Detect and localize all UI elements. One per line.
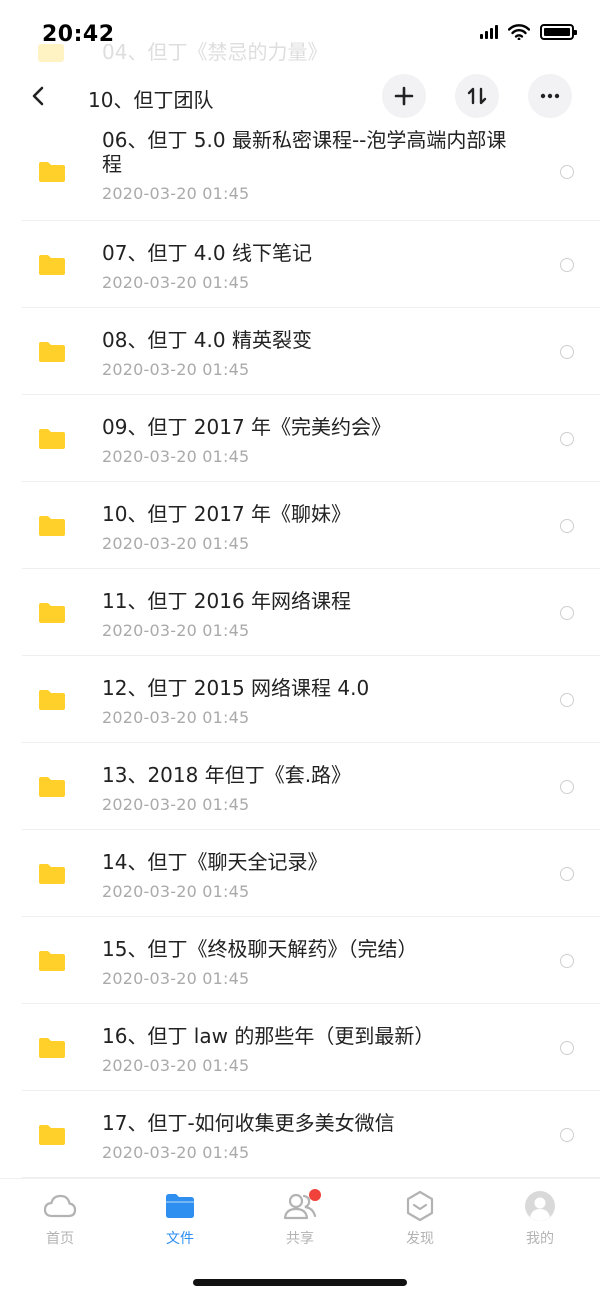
- file-name: 10、但丁 2017 年《聊妹》: [102, 502, 352, 526]
- folder-icon: [39, 863, 65, 884]
- folder-icon: [39, 515, 65, 536]
- file-date: 2020-03-20 01:45: [102, 534, 250, 553]
- select-radio[interactable]: [560, 344, 574, 359]
- home-indicator[interactable]: [193, 1279, 407, 1286]
- sort-button[interactable]: [455, 74, 499, 118]
- file-date: 2020-03-20 01:45: [102, 882, 250, 901]
- tab-label: 首页: [46, 1231, 74, 1247]
- file-row[interactable]: 11、但丁 2016 年网络课程 2020-03-20 01:45: [0, 569, 600, 656]
- folder-icon: [39, 341, 65, 362]
- select-radio[interactable]: [560, 1040, 574, 1055]
- file-date: 2020-03-20 01:45: [102, 184, 250, 203]
- file-date: 2020-03-20 01:45: [102, 969, 250, 988]
- people-icon: [283, 1189, 321, 1223]
- file-row[interactable]: 13、2018 年但丁《套.路》 2020-03-20 01:45: [0, 743, 600, 830]
- select-radio[interactable]: [560, 257, 574, 272]
- select-radio[interactable]: [560, 431, 574, 446]
- file-name: 13、2018 年但丁《套.路》: [102, 763, 352, 787]
- folder-icon: [39, 428, 65, 449]
- folder-icon: [39, 161, 65, 182]
- tab-label: 我的: [526, 1231, 554, 1247]
- file-name: 17、但丁-如何收集更多美女微信: [102, 1111, 395, 1135]
- file-date: 2020-03-20 01:45: [102, 1143, 250, 1162]
- more-icon: [540, 93, 560, 99]
- status-time: 20:42: [42, 22, 115, 47]
- wifi-icon: [508, 24, 530, 40]
- file-name: 06、但丁 5.0 最新私密课程--泡学高端内部课程: [102, 128, 507, 176]
- more-button[interactable]: [528, 74, 572, 118]
- folder-icon: [39, 254, 65, 275]
- file-date: 2020-03-20 01:45: [102, 360, 250, 379]
- tab-home[interactable]: 首页: [0, 1189, 120, 1248]
- add-button[interactable]: [382, 74, 426, 118]
- file-name: 14、但丁《聊天全记录》: [102, 850, 328, 874]
- page-title: 10、但丁团队: [88, 88, 214, 112]
- select-radio[interactable]: [560, 692, 574, 707]
- file-date: 2020-03-20 01:45: [102, 621, 250, 640]
- file-row[interactable]: 10、但丁 2017 年《聊妹》 2020-03-20 01:45: [0, 482, 600, 569]
- file-name: 12、但丁 2015 网络课程 4.0: [102, 676, 370, 700]
- select-radio[interactable]: [560, 518, 574, 533]
- folder-icon: [39, 689, 65, 710]
- avatar-icon: [523, 1189, 557, 1223]
- file-list: 06、但丁 5.0 最新私密课程--泡学高端内部课程 2020-03-20 01…: [0, 122, 600, 1178]
- file-name: 09、但丁 2017 年《完美约会》: [102, 415, 392, 439]
- tab-share[interactable]: 共享: [240, 1189, 360, 1248]
- select-radio[interactable]: [560, 605, 574, 620]
- select-radio[interactable]: [560, 164, 574, 179]
- signal-icon: [480, 25, 498, 39]
- file-row[interactable]: 15、但丁《终极聊天解药》（完结） 2020-03-20 01:45: [0, 917, 600, 1004]
- file-name: 11、但丁 2016 年网络课程: [102, 589, 352, 613]
- file-row[interactable]: 08、但丁 4.0 精英裂变 2020-03-20 01:45: [0, 308, 600, 395]
- file-row[interactable]: 07、但丁 4.0 线下笔记 2020-03-20 01:45: [0, 221, 600, 308]
- select-radio[interactable]: [560, 866, 574, 881]
- file-name: 08、但丁 4.0 精英裂变: [102, 328, 312, 352]
- file-date: 2020-03-20 01:45: [102, 447, 250, 466]
- select-radio[interactable]: [560, 779, 574, 794]
- tab-label: 文件: [166, 1231, 194, 1247]
- status-bar: 20:42: [0, 0, 600, 70]
- notification-badge: [309, 1189, 321, 1201]
- folder-icon: [39, 602, 65, 623]
- file-date: 2020-03-20 01:45: [102, 1056, 250, 1075]
- status-icons: [480, 24, 577, 40]
- file-name: 07、但丁 4.0 线下笔记: [102, 241, 312, 265]
- battery-icon: [540, 24, 577, 40]
- file-row[interactable]: 06、但丁 5.0 最新私密课程--泡学高端内部课程 2020-03-20 01…: [0, 122, 600, 221]
- cloud-icon: [43, 1189, 77, 1223]
- folder-icon: [39, 1124, 65, 1145]
- tab-label: 发现: [406, 1231, 434, 1247]
- file-date: 2020-03-20 01:45: [102, 708, 250, 727]
- folder-icon: [163, 1189, 197, 1223]
- file-row[interactable]: 17、但丁-如何收集更多美女微信 2020-03-20 01:45: [0, 1091, 600, 1178]
- tab-label: 共享: [286, 1231, 314, 1247]
- folder-icon: [39, 1037, 65, 1058]
- folder-icon: [39, 776, 65, 797]
- file-name: 15、但丁《终极聊天解药》（完结）: [102, 937, 418, 961]
- select-radio[interactable]: [560, 953, 574, 968]
- file-row[interactable]: 16、但丁 law 的那些年（更到最新） 2020-03-20 01:45: [0, 1004, 600, 1091]
- plus-icon: [394, 86, 414, 106]
- file-name: 16、但丁 law 的那些年（更到最新）: [102, 1024, 435, 1048]
- discover-icon: [403, 1189, 437, 1223]
- tab-me[interactable]: 我的: [480, 1189, 600, 1248]
- tab-files[interactable]: 文件: [120, 1189, 240, 1248]
- file-row[interactable]: 09、但丁 2017 年《完美约会》 2020-03-20 01:45: [0, 395, 600, 482]
- file-row[interactable]: 12、但丁 2015 网络课程 4.0 2020-03-20 01:45: [0, 656, 600, 743]
- folder-icon: [39, 950, 65, 971]
- nav-bar: 10、但丁团队: [0, 70, 600, 126]
- tab-discover[interactable]: 发现: [360, 1189, 480, 1248]
- back-button[interactable]: [22, 80, 54, 112]
- chevron-left-icon: [32, 86, 44, 106]
- select-radio[interactable]: [560, 1127, 574, 1142]
- sort-icon: [467, 87, 487, 105]
- file-row[interactable]: 14、但丁《聊天全记录》 2020-03-20 01:45: [0, 830, 600, 917]
- file-date: 2020-03-20 01:45: [102, 795, 250, 814]
- file-date: 2020-03-20 01:45: [102, 273, 250, 292]
